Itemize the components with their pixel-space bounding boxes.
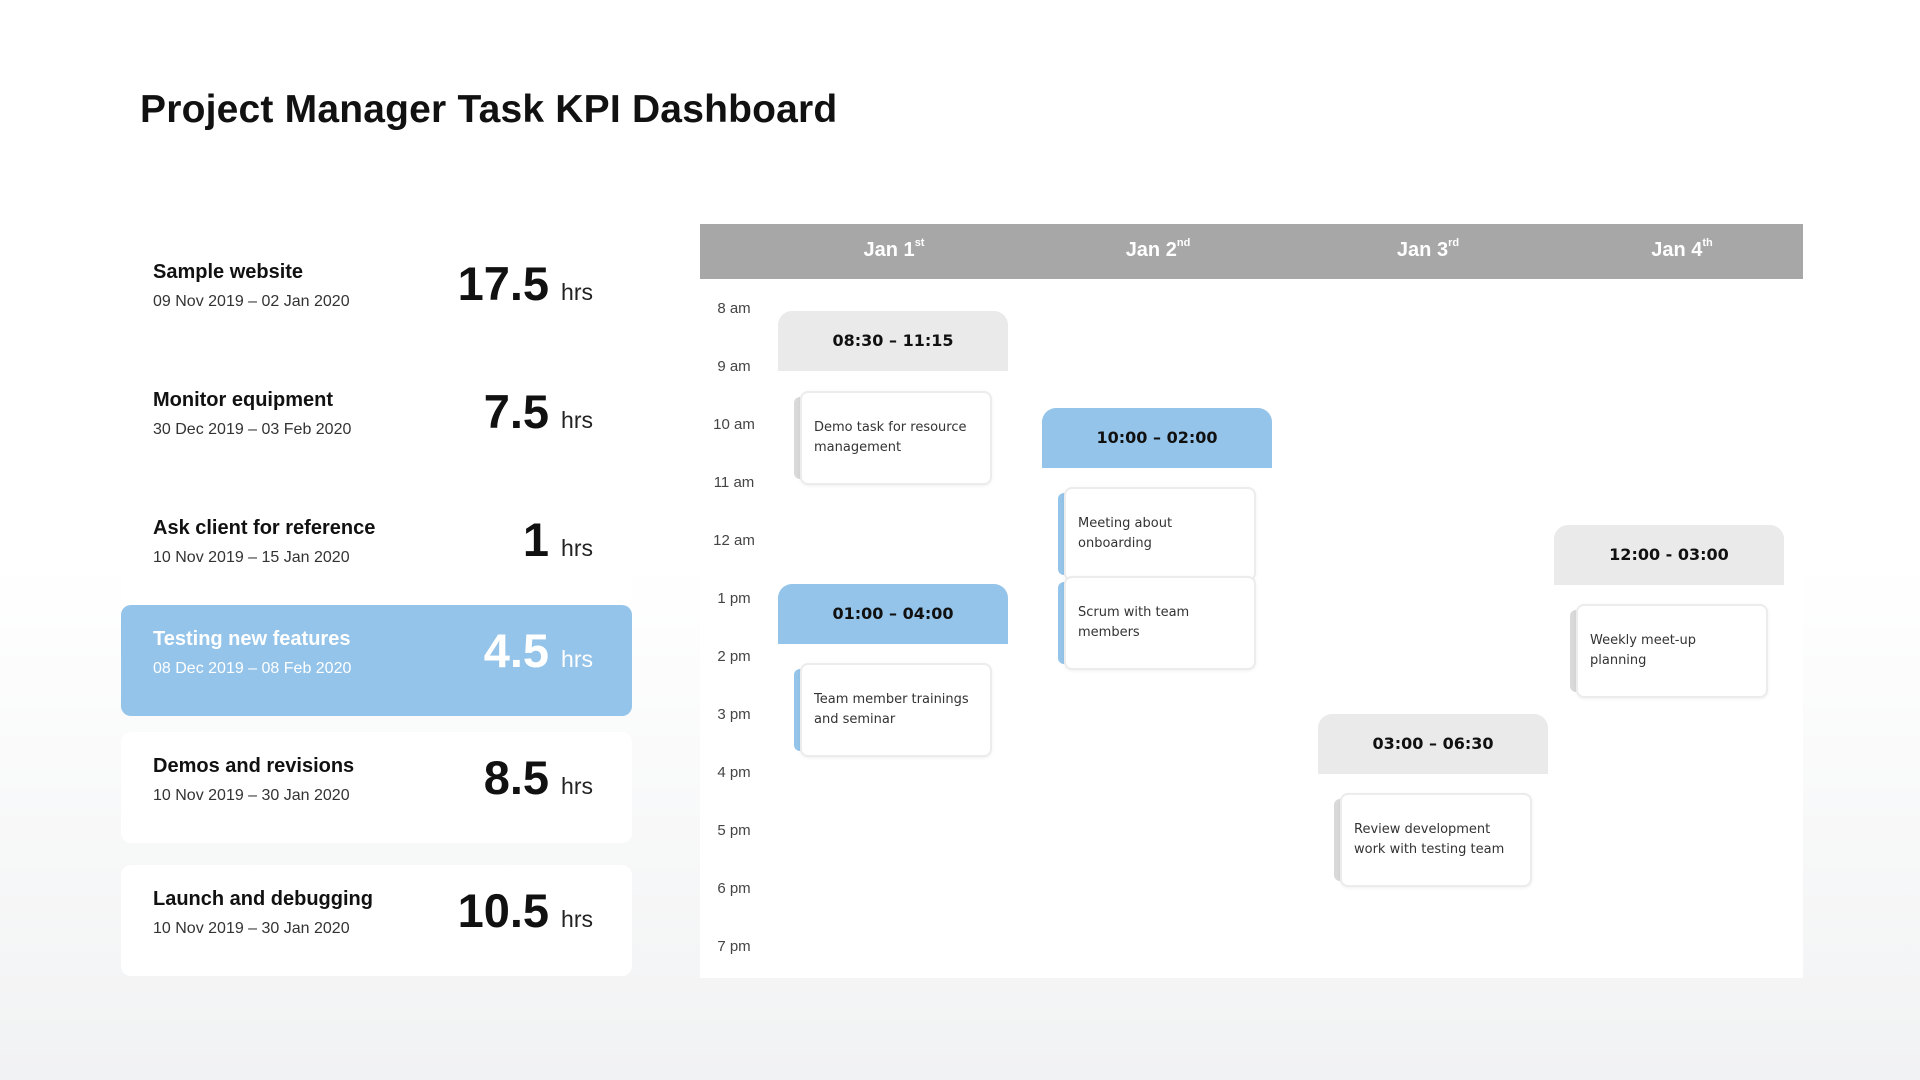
time-label: 4 pm bbox=[717, 764, 751, 781]
task-card-demos-and-revisions[interactable]: Demos and revisions 10 Nov 2019 – 30 Jan… bbox=[121, 732, 632, 843]
task-hours: 1 hrs bbox=[523, 512, 593, 567]
time-label: 11 am bbox=[713, 474, 755, 491]
task-name: Launch and debugging bbox=[153, 888, 373, 910]
task-hours-unit: hrs bbox=[561, 773, 593, 799]
event-card-text: Scrum with team members bbox=[1064, 576, 1256, 670]
time-slot-block[interactable]: 01:00 – 04:00 bbox=[778, 584, 1008, 644]
time-label: 12 am bbox=[713, 532, 755, 549]
day-header-jan-1[interactable]: Jan 1st bbox=[794, 237, 994, 262]
task-hours: 4.5 hrs bbox=[484, 623, 593, 678]
event-card[interactable]: Weekly meet-up planning bbox=[1570, 604, 1768, 698]
event-card[interactable]: Team member trainings and seminar bbox=[794, 663, 992, 757]
task-name: Ask client for reference bbox=[153, 517, 376, 539]
task-hours-value: 1 bbox=[522, 513, 550, 566]
time-label: 6 pm bbox=[717, 880, 751, 897]
task-card-testing-new-features[interactable]: Testing new features 08 Dec 2019 – 08 Fe… bbox=[121, 605, 632, 716]
day-header-jan-2[interactable]: Jan 2nd bbox=[1058, 237, 1258, 262]
task-hours: 7.5 hrs bbox=[484, 384, 593, 439]
task-hours-value: 7.5 bbox=[483, 385, 550, 438]
event-card[interactable]: Meeting about onboarding bbox=[1058, 487, 1256, 581]
time-label: 9 am bbox=[717, 358, 751, 375]
schedule-calendar: Jan 1st Jan 2nd Jan 3rd Jan 4th 8 am 9 a… bbox=[700, 224, 1803, 978]
task-card-sample-website[interactable]: Sample website 09 Nov 2019 – 02 Jan 2020… bbox=[121, 238, 632, 349]
calendar-header: Jan 1st Jan 2nd Jan 3rd Jan 4th bbox=[700, 224, 1803, 279]
time-slot-block[interactable]: 08:30 – 11:15 bbox=[778, 311, 1008, 371]
time-label: 10 am bbox=[713, 416, 755, 433]
time-slot-block[interactable]: 12:00 - 03:00 bbox=[1554, 525, 1784, 585]
task-hours: 10.5 hrs bbox=[458, 883, 593, 938]
task-name: Demos and revisions bbox=[153, 755, 355, 777]
task-name: Sample website bbox=[153, 261, 304, 283]
task-hours-unit: hrs bbox=[561, 906, 593, 932]
time-slot-block[interactable]: 03:00 – 06:30 bbox=[1318, 714, 1548, 774]
task-dates: 09 Nov 2019 – 02 Jan 2020 bbox=[153, 293, 350, 310]
time-label: 7 pm bbox=[717, 938, 751, 955]
time-label: 5 pm bbox=[717, 822, 751, 839]
task-name: Monitor equipment bbox=[153, 389, 333, 411]
time-label: 3 pm bbox=[717, 706, 751, 723]
task-hours-value: 17.5 bbox=[457, 257, 550, 310]
time-label: 8 am bbox=[717, 300, 751, 317]
task-hours: 17.5 hrs bbox=[458, 256, 593, 311]
task-card-launch-and-debugging[interactable]: Launch and debugging 10 Nov 2019 – 30 Ja… bbox=[121, 865, 632, 976]
event-card[interactable]: Demo task for resource management bbox=[794, 391, 992, 485]
day-header-jan-4[interactable]: Jan 4th bbox=[1582, 237, 1782, 262]
page-title: Project Manager Task KPI Dashboard bbox=[140, 88, 838, 131]
task-dates: 10 Nov 2019 – 15 Jan 2020 bbox=[153, 549, 350, 566]
task-dates: 08 Dec 2019 – 08 Feb 2020 bbox=[153, 660, 352, 677]
task-hours-value: 8.5 bbox=[483, 751, 550, 804]
event-card[interactable]: Scrum with team members bbox=[1058, 576, 1256, 670]
event-card-text: Meeting about onboarding bbox=[1064, 487, 1256, 581]
event-card-text: Team member trainings and seminar bbox=[800, 663, 992, 757]
day-header-jan-3[interactable]: Jan 3rd bbox=[1328, 237, 1528, 262]
task-card-ask-client[interactable]: Ask client for reference 10 Nov 2019 – 1… bbox=[121, 494, 632, 605]
event-card-text: Demo task for resource management bbox=[800, 391, 992, 485]
task-hours-value: 10.5 bbox=[457, 884, 550, 937]
task-hours-unit: hrs bbox=[561, 407, 593, 433]
event-card-text: Review development work with testing tea… bbox=[1340, 793, 1532, 887]
event-card-text: Weekly meet-up planning bbox=[1576, 604, 1768, 698]
task-hours-value: 4.5 bbox=[483, 624, 550, 677]
time-slot-block[interactable]: 10:00 – 02:00 bbox=[1042, 408, 1272, 468]
task-dates: 30 Dec 2019 – 03 Feb 2020 bbox=[153, 421, 352, 438]
task-hours-unit: hrs bbox=[561, 535, 593, 561]
task-hours-unit: hrs bbox=[561, 646, 593, 672]
task-hours-unit: hrs bbox=[561, 279, 593, 305]
task-name: Testing new features bbox=[153, 628, 351, 650]
time-label: 2 pm bbox=[717, 648, 751, 665]
task-hours: 8.5 hrs bbox=[484, 750, 593, 805]
task-card-monitor-equipment[interactable]: Monitor equipment 30 Dec 2019 – 03 Feb 2… bbox=[121, 366, 632, 477]
time-label: 1 pm bbox=[717, 590, 751, 607]
task-dates: 10 Nov 2019 – 30 Jan 2020 bbox=[153, 920, 350, 937]
task-dates: 10 Nov 2019 – 30 Jan 2020 bbox=[153, 787, 350, 804]
event-card[interactable]: Review development work with testing tea… bbox=[1334, 793, 1532, 887]
